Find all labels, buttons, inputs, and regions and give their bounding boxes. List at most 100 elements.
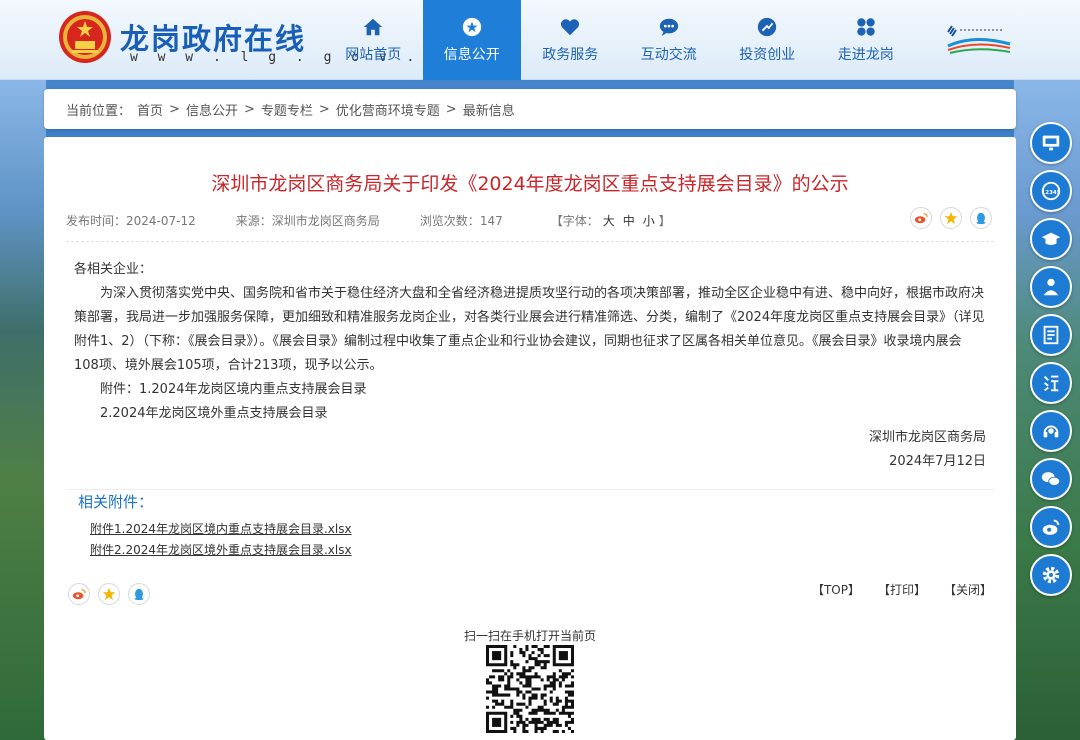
meta-divider: [66, 241, 994, 242]
breadcrumb-sep: >: [445, 101, 457, 117]
toolbar-elderly-button[interactable]: [1030, 266, 1072, 308]
article-card: 深圳市龙岗区商务局关于印发《2024年度龙岗区重点支持展会目录》的公示 发布时间…: [44, 137, 1016, 740]
main-nav: 网站首页 信息公开 政务服务 互动交流 投资创业 走进龙岗: [324, 0, 915, 80]
share-qq-button[interactable]: [970, 207, 992, 229]
shenzhen-icon: [1043, 375, 1059, 392]
qq-icon: [134, 588, 144, 601]
monitor-icon: [1042, 135, 1060, 151]
nav-gov-services[interactable]: 政务服务: [521, 0, 620, 80]
toolbar-hotline-button[interactable]: 12345: [1030, 170, 1072, 212]
breadcrumb-business-env[interactable]: 优化营商环境专题: [336, 100, 440, 119]
signature: 深圳市龙岗区商务局: [868, 430, 986, 445]
nav-label: 互动交流: [640, 47, 697, 63]
page-tools: 【TOP】 【打印】 【关闭】: [812, 581, 992, 598]
publish-label: 发布时间：: [66, 214, 127, 228]
attachments-heading: 相关附件：: [78, 493, 154, 511]
top-button[interactable]: 【TOP】: [812, 581, 860, 598]
breadcrumb-latest[interactable]: 最新信息: [463, 100, 515, 119]
source-label: 来源：: [235, 214, 272, 228]
chat-icon: [659, 18, 678, 37]
attachment-line-1: 附件：1.2024年龙岗区境内重点支持展会目录: [100, 382, 367, 397]
person-icon: [1043, 278, 1059, 296]
views-value: 147: [479, 214, 503, 228]
breadcrumb-info[interactable]: 信息公开: [186, 100, 238, 119]
weibo-icon: [72, 588, 86, 600]
nav-label: 投资创业: [739, 47, 796, 63]
article-body: 各相关企业： 为深入贯彻落实党中央、国务院和省市关于稳住经济大盘和全省经济稳进提…: [74, 258, 986, 474]
nav-label: 网站首页: [345, 47, 402, 63]
background-left: [0, 80, 46, 740]
breadcrumb: 当前位置： 首页 > 信息公开 > 专题专栏 > 优化营商环境专题 > 最新信息: [44, 89, 1016, 129]
share-qq-button[interactable]: [128, 583, 150, 605]
qq-icon: [976, 212, 986, 225]
font-large-button[interactable]: 大: [603, 214, 615, 228]
national-emblem-icon[interactable]: [58, 8, 112, 68]
star-icon: [944, 211, 958, 225]
font-medium-button[interactable]: 中: [623, 214, 635, 228]
breadcrumb-sep: >: [318, 101, 330, 117]
toolbar-monitor-button[interactable]: [1030, 122, 1072, 164]
share-bar-top: [910, 207, 992, 229]
headset-icon: [1043, 425, 1059, 438]
nav-label: 信息公开: [443, 47, 500, 63]
hotline-number: 12345: [1041, 190, 1060, 196]
weibo-icon: [1042, 519, 1060, 535]
toolbar-weibo-button[interactable]: [1030, 506, 1072, 548]
weibo-icon: [914, 212, 928, 224]
toolbar-service-button[interactable]: [1030, 410, 1072, 452]
article-title: 深圳市龙岗区商务局关于印发《2024年度龙岗区重点支持展会目录》的公示: [211, 173, 849, 195]
nav-about-longgang[interactable]: 走进龙岗: [817, 0, 916, 80]
breadcrumb-sep: >: [169, 101, 180, 117]
shenzhen-china-logo[interactable]: [944, 22, 1014, 58]
wechat-icon: [1041, 472, 1061, 486]
main-paragraph: 为深入贯彻落实党中央、国务院和省市关于稳住经济大盘和全省经济稳进提质攻坚行动的各…: [74, 286, 985, 373]
salutation: 各相关企业：: [74, 262, 153, 277]
source-value: 深圳市龙岗区商务局: [271, 214, 380, 228]
nav-info-disclosure[interactable]: 信息公开: [422, 0, 521, 80]
nav-interaction[interactable]: 互动交流: [620, 0, 719, 80]
breadcrumb-home[interactable]: 首页: [137, 100, 163, 119]
share-weibo-button[interactable]: [910, 207, 932, 229]
font-label-close: 】: [658, 214, 671, 228]
home-icon: [364, 18, 383, 36]
star-icon: [102, 587, 116, 601]
gear-icon: [1042, 566, 1060, 584]
qr-caption: 扫一扫在手机打开当前页: [463, 629, 596, 643]
view-count: 浏览次数：147: [420, 212, 503, 229]
share-weibo-button[interactable]: [68, 583, 90, 605]
close-button[interactable]: 【关闭】: [944, 581, 992, 598]
graduation-cap-icon: [1041, 232, 1061, 245]
breadcrumb-sep: >: [243, 101, 255, 117]
heart-icon: [561, 19, 580, 36]
invest-icon: [758, 17, 777, 37]
attachment-line-2: 2.2024年龙岗区境外重点支持展会目录: [100, 406, 328, 421]
font-size-controls: 【字体： 大中小】: [551, 212, 671, 229]
font-small-button[interactable]: 小: [643, 214, 655, 228]
article-meta: 发布时间：2024-07-12 来源：深圳市龙岗区商务局 浏览次数：147 【字…: [66, 212, 671, 229]
nav-home[interactable]: 网站首页: [324, 0, 423, 80]
phone-icon: 12345: [1041, 181, 1061, 201]
toolbar-guide-button[interactable]: [1030, 314, 1072, 356]
nav-investment[interactable]: 投资创业: [718, 0, 817, 80]
share-bar-bottom: [68, 583, 150, 605]
share-qzone-button[interactable]: [98, 583, 120, 605]
toolbar-shenzhen-button[interactable]: [1030, 362, 1072, 404]
site-header: 龙岗政府在线 w w w . l g . g o v . c n 网站首页 信息…: [0, 0, 1080, 80]
share-qzone-button[interactable]: [940, 207, 962, 229]
grid-icon: [857, 18, 875, 36]
toolbar-education-button[interactable]: [1030, 218, 1072, 260]
breadcrumb-topics[interactable]: 专题专栏: [261, 100, 313, 119]
signature-date: 2024年7月12日: [889, 454, 986, 469]
breadcrumb-prefix: 当前位置：: [66, 103, 132, 119]
nav-label: 走进龙岗: [837, 47, 894, 63]
nav-label: 政务服务: [542, 47, 599, 63]
attachment-link-2[interactable]: 附件2.2024年龙岗区境外重点支持展会目录.xlsx: [90, 541, 352, 558]
toolbar-wechat-button[interactable]: [1030, 458, 1072, 500]
attachment-link-1[interactable]: 附件1.2024年龙岗区境内重点支持展会目录.xlsx: [90, 520, 352, 537]
print-button[interactable]: 【打印】: [878, 581, 926, 598]
toolbar-settings-button[interactable]: [1030, 554, 1072, 596]
document-icon: [1043, 325, 1059, 345]
font-label: 【字体：: [550, 214, 599, 228]
views-label: 浏览次数：: [419, 214, 480, 228]
publish-date: 2024-07-12: [126, 214, 196, 228]
